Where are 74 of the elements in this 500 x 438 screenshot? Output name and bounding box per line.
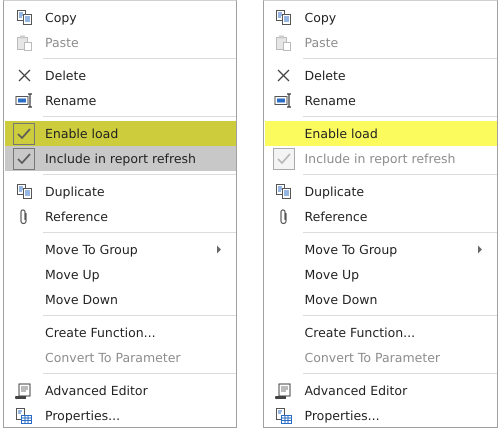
- menu-item-label: Duplicate: [304, 184, 364, 199]
- menu-item-label: Copy: [304, 10, 336, 25]
- rename-icon: [14, 92, 34, 109]
- menu-item-label: Include in report refresh: [45, 151, 196, 166]
- menu-item-label: Move Down: [304, 292, 378, 307]
- delete-icon: [276, 68, 291, 83]
- menu-item[interactable]: Advanced Editor: [264, 378, 497, 403]
- menu-item[interactable]: Duplicate: [264, 179, 497, 204]
- menu-item[interactable]: Create Function...: [264, 320, 497, 345]
- menu-item-label: Advanced Editor: [304, 383, 408, 398]
- scroll-icon: [274, 382, 292, 400]
- menu-item-label: Move Up: [304, 267, 360, 282]
- menu-item[interactable]: Delete: [5, 63, 236, 88]
- submenu-arrow-icon: [216, 245, 222, 254]
- menu-item[interactable]: Rename: [5, 88, 236, 113]
- menu-item-label: Delete: [304, 68, 346, 83]
- menu-item-label: Advanced Editor: [45, 383, 148, 398]
- menu-item[interactable]: Copy: [264, 5, 497, 30]
- menu-item[interactable]: Duplicate: [5, 179, 236, 204]
- menu-item-label: Create Function...: [45, 325, 156, 340]
- checkbox[interactable]: [13, 122, 35, 144]
- menu-item-label: Copy: [45, 10, 77, 25]
- menu-item-label: Create Function...: [304, 325, 416, 340]
- menu-item-label: Move To Group: [304, 242, 398, 257]
- rename-icon: [274, 92, 293, 109]
- menu-item[interactable]: Create Function...: [5, 320, 236, 345]
- menu-item-label: Enable load: [45, 126, 118, 141]
- copy-icon: [275, 183, 292, 200]
- menu-item-label: Convert To Parameter: [45, 350, 181, 365]
- checkbox-menu-item[interactable]: Enable load: [264, 121, 497, 146]
- submenu-arrow-icon: [477, 245, 483, 254]
- delete-icon: [16, 68, 32, 83]
- menu-item[interactable]: Copy: [5, 5, 236, 30]
- copy-icon: [16, 183, 32, 200]
- menu-item-label: Properties...: [45, 408, 120, 423]
- menu-item-label: Reference: [304, 209, 368, 224]
- checkbox-menu-item[interactable]: Include in report refresh: [5, 146, 236, 171]
- checkbox[interactable]: [13, 148, 35, 170]
- menu-item[interactable]: Move Up: [5, 262, 236, 287]
- menu-item-label: Properties...: [304, 408, 380, 423]
- menu-item[interactable]: Move Down: [264, 287, 497, 312]
- menu-item[interactable]: Delete: [264, 63, 497, 88]
- menu-item-label: Enable load: [304, 126, 378, 141]
- paperclip-icon: [278, 208, 290, 226]
- menu-item-label: Move Down: [45, 292, 118, 307]
- menu-item-label: Move Up: [45, 267, 100, 282]
- menu-item-label: Convert To Parameter: [304, 350, 440, 365]
- clipboard-icon: [275, 34, 292, 51]
- menu-item[interactable]: Move Down: [5, 287, 236, 312]
- copy-icon: [275, 9, 292, 26]
- menu-item[interactable]: Move To Group: [264, 237, 497, 262]
- menu-item[interactable]: Move To Group: [5, 237, 236, 262]
- scroll-icon: [15, 382, 33, 400]
- menu-item[interactable]: Advanced Editor: [5, 378, 236, 403]
- properties-icon: [15, 406, 33, 424]
- menu-item-label: Include in report refresh: [304, 151, 456, 166]
- properties-icon: [274, 406, 292, 424]
- menu-item-label: Move To Group: [45, 242, 138, 257]
- menu-item[interactable]: Rename: [264, 88, 497, 113]
- menu-item-label: Delete: [45, 68, 86, 83]
- menu-item-label: Rename: [45, 93, 96, 108]
- menu-item-label: Rename: [304, 93, 356, 108]
- checkbox-menu-item[interactable]: Enable load: [5, 121, 236, 146]
- menu-item[interactable]: Move Up: [264, 262, 497, 287]
- menu-item-label: Paste: [45, 35, 79, 50]
- menu-item-label: Paste: [304, 35, 338, 50]
- menu-item-label: Duplicate: [45, 184, 105, 199]
- menu-item-label: Reference: [45, 209, 108, 224]
- copy-icon: [16, 9, 32, 26]
- clipboard-icon: [16, 34, 32, 51]
- menu-item[interactable]: Properties...: [264, 403, 497, 428]
- menu-item[interactable]: Reference: [264, 204, 497, 229]
- menu-item[interactable]: Properties...: [5, 403, 236, 428]
- menu-item[interactable]: Reference: [5, 204, 236, 229]
